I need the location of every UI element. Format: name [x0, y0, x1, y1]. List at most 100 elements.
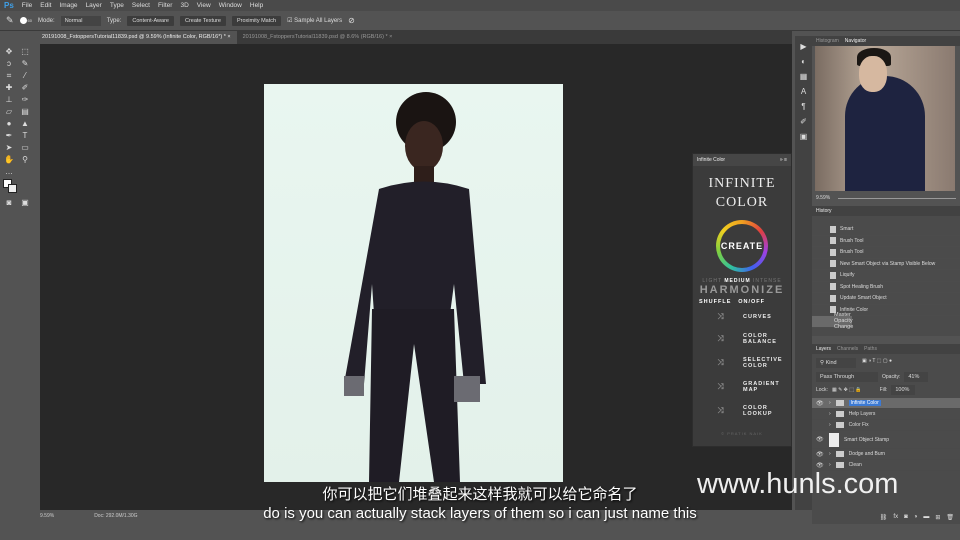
tab-navigator[interactable]: Navigator [845, 38, 866, 44]
menu-view[interactable]: View [197, 2, 211, 9]
quick-select-tool-icon[interactable]: ✎ [19, 59, 31, 68]
menu-type[interactable]: Type [110, 2, 124, 9]
options-bar: ✎ 60 Mode: Normal Type: Content-Aware Cr… [0, 11, 960, 31]
menu-layer[interactable]: Layer [86, 2, 102, 9]
screen-mode-icon[interactable]: ▣ [19, 198, 31, 207]
eyedropper-tool-icon[interactable]: ⁄ [19, 71, 31, 80]
brush-tool-icon[interactable]: ✐ [19, 83, 31, 92]
stamp-tool-icon[interactable]: ⊥ [3, 95, 15, 104]
eraser-tool-icon[interactable]: ▱ [3, 107, 15, 116]
tab-layers[interactable]: Layers [816, 346, 831, 352]
presenter-video [815, 46, 955, 191]
gradient-map-row[interactable]: ⤨ GRADIENT MAP [693, 375, 791, 399]
layer-row-selected[interactable]: 👁 › Infinite Color [812, 398, 960, 409]
shuffle-icon[interactable]: ⤨ [699, 312, 743, 322]
history-brush-icon[interactable]: ✑ [19, 95, 31, 104]
proximity-match-button[interactable]: Proximity Match [231, 15, 282, 26]
layer-row[interactable]: › Help Layers [812, 409, 960, 420]
brush-settings-icon[interactable]: ✐ [800, 117, 807, 126]
menu-window[interactable]: Window [219, 2, 242, 9]
history-item[interactable]: Smart [812, 224, 960, 236]
fill-label: Fill: [879, 387, 888, 393]
history-item[interactable]: New Smart Object via Stamp Visible Below [812, 259, 960, 270]
type-tool-icon[interactable]: T [19, 131, 31, 140]
history-item[interactable]: Brush Tool [812, 236, 960, 247]
play-icon[interactable]: ▶ [800, 42, 806, 51]
layer-row[interactable]: › Color Fix [812, 420, 960, 431]
color-balance-row[interactable]: ⤨ COLOR BALANCE [693, 327, 791, 351]
fill-input[interactable]: 100% [891, 385, 916, 395]
layer-row[interactable]: 👁 › Dodge and Burn [812, 449, 960, 460]
tab-document-1[interactable]: 20191008_FstoppersTutorial11839.psd @ 9.… [36, 31, 237, 44]
menu-image[interactable]: Image [59, 2, 77, 9]
tab-history[interactable]: History [816, 208, 832, 214]
blur-tool-icon[interactable]: ● [3, 119, 15, 128]
history-item[interactable]: Spot Healing Brush [812, 282, 960, 293]
eye-icon[interactable]: 👁 [816, 400, 824, 407]
menu-select[interactable]: Select [132, 2, 150, 9]
paragraph-icon[interactable]: ¶ [801, 102, 805, 111]
menu-edit[interactable]: Edit [40, 2, 51, 9]
shuffle-icon[interactable]: ⤨ [699, 358, 743, 368]
create-texture-button[interactable]: Create Texture [179, 15, 226, 26]
zoom-slider[interactable] [838, 197, 956, 199]
selective-color-row[interactable]: ⤨ SELECTIVE COLOR [693, 351, 791, 375]
navigator-zoom-value[interactable]: 9.59% [816, 195, 830, 201]
pressure-icon[interactable]: ⊘ [348, 16, 355, 25]
quick-mask-icon[interactable]: ◙ [3, 198, 15, 207]
history-item-selected[interactable]: Master Opacity Change [812, 312, 853, 330]
tab-histogram[interactable]: Histogram [816, 38, 839, 44]
foreground-background-colors[interactable] [3, 179, 17, 195]
brush-preset-picker[interactable]: 60 [19, 17, 32, 24]
pen-tool-icon[interactable]: ✒ [3, 131, 15, 140]
lasso-tool-icon[interactable]: ↄ [3, 59, 15, 68]
eye-icon[interactable]: 👁 [816, 451, 824, 458]
character-icon[interactable]: A [801, 87, 806, 96]
shuffle-icon[interactable]: ⤨ [699, 382, 743, 392]
shape-tool-icon[interactable]: ▭ [19, 143, 31, 152]
subtitles: 你可以把它们堆叠起来这样我就可以给它命名了 do is you can actu… [0, 485, 960, 523]
menu-bar: Ps File Edit Image Layer Type Select Fil… [0, 0, 960, 11]
menu-3d[interactable]: 3D [180, 2, 188, 9]
history-item[interactable]: Brush Tool [812, 247, 960, 259]
color-lookup-row[interactable]: ⤨ COLOR LOOKUP [693, 399, 791, 423]
tab-channels[interactable]: Channels [837, 346, 858, 352]
shuffle-icon[interactable]: ⤨ [699, 406, 743, 416]
menu-help[interactable]: Help [250, 2, 263, 9]
crop-tool-icon[interactable]: ⌗ [3, 71, 15, 80]
filter-icons[interactable]: ▣ ◑ T ⬚ ▢ ● [862, 358, 892, 368]
move-tool-icon[interactable]: ✥ [3, 47, 15, 56]
kind-filter[interactable]: ⚲ Kind [816, 358, 856, 368]
opacity-input[interactable]: 41% [904, 372, 929, 382]
create-button[interactable]: CREATE [716, 220, 768, 272]
panel-menu-icon[interactable]: » ≡ [780, 157, 787, 163]
tab-paths[interactable]: Paths [864, 346, 877, 352]
tab-document-2[interactable]: 20191008_FstoppersTutorial11839.psd @ 8.… [237, 31, 399, 44]
curves-row[interactable]: ⤨ CURVES [693, 307, 791, 327]
adjustments-icon[interactable]: ◐ [801, 57, 806, 66]
mode-select[interactable]: Normal [60, 15, 101, 26]
history-item[interactable]: Update Smart Object [812, 293, 960, 305]
shuffle-icon[interactable]: ⤨ [699, 334, 743, 344]
more-tools-icon[interactable]: … [3, 167, 15, 176]
zoom-tool-icon[interactable]: ⚲ [19, 155, 31, 164]
history-item[interactable]: Liquify [812, 270, 960, 282]
hand-tool-icon[interactable]: ✋ [3, 155, 15, 164]
lock-icons[interactable]: ▦ ✎ ✥ ⬚ 🔒 [832, 387, 862, 393]
blend-mode-select[interactable]: Pass Through [816, 372, 878, 382]
healing-tool-icon[interactable]: ✚ [3, 83, 15, 92]
content-aware-button[interactable]: Content-Aware [127, 15, 174, 26]
path-select-icon[interactable]: ➤ [3, 143, 15, 152]
sample-all-layers-checkbox[interactable]: ☑ Sample All Layers [287, 17, 342, 24]
eye-icon[interactable]: 👁 [816, 436, 824, 443]
menu-file[interactable]: File [22, 2, 32, 9]
harmonize-button[interactable]: HARMONIZE [693, 284, 791, 296]
layer-row[interactable]: 👁 Smart Object Stamp [812, 431, 960, 449]
menu-filter[interactable]: Filter [158, 2, 172, 9]
dodge-tool-icon[interactable]: ▲ [19, 119, 31, 128]
libraries-icon[interactable]: ▦ [800, 72, 808, 81]
marquee-tool-icon[interactable]: ⬚ [19, 47, 31, 56]
gradient-tool-icon[interactable]: ▤ [19, 107, 31, 116]
properties-icon[interactable]: ▣ [800, 132, 808, 141]
healing-brush-icon[interactable]: ✎ [6, 15, 14, 26]
